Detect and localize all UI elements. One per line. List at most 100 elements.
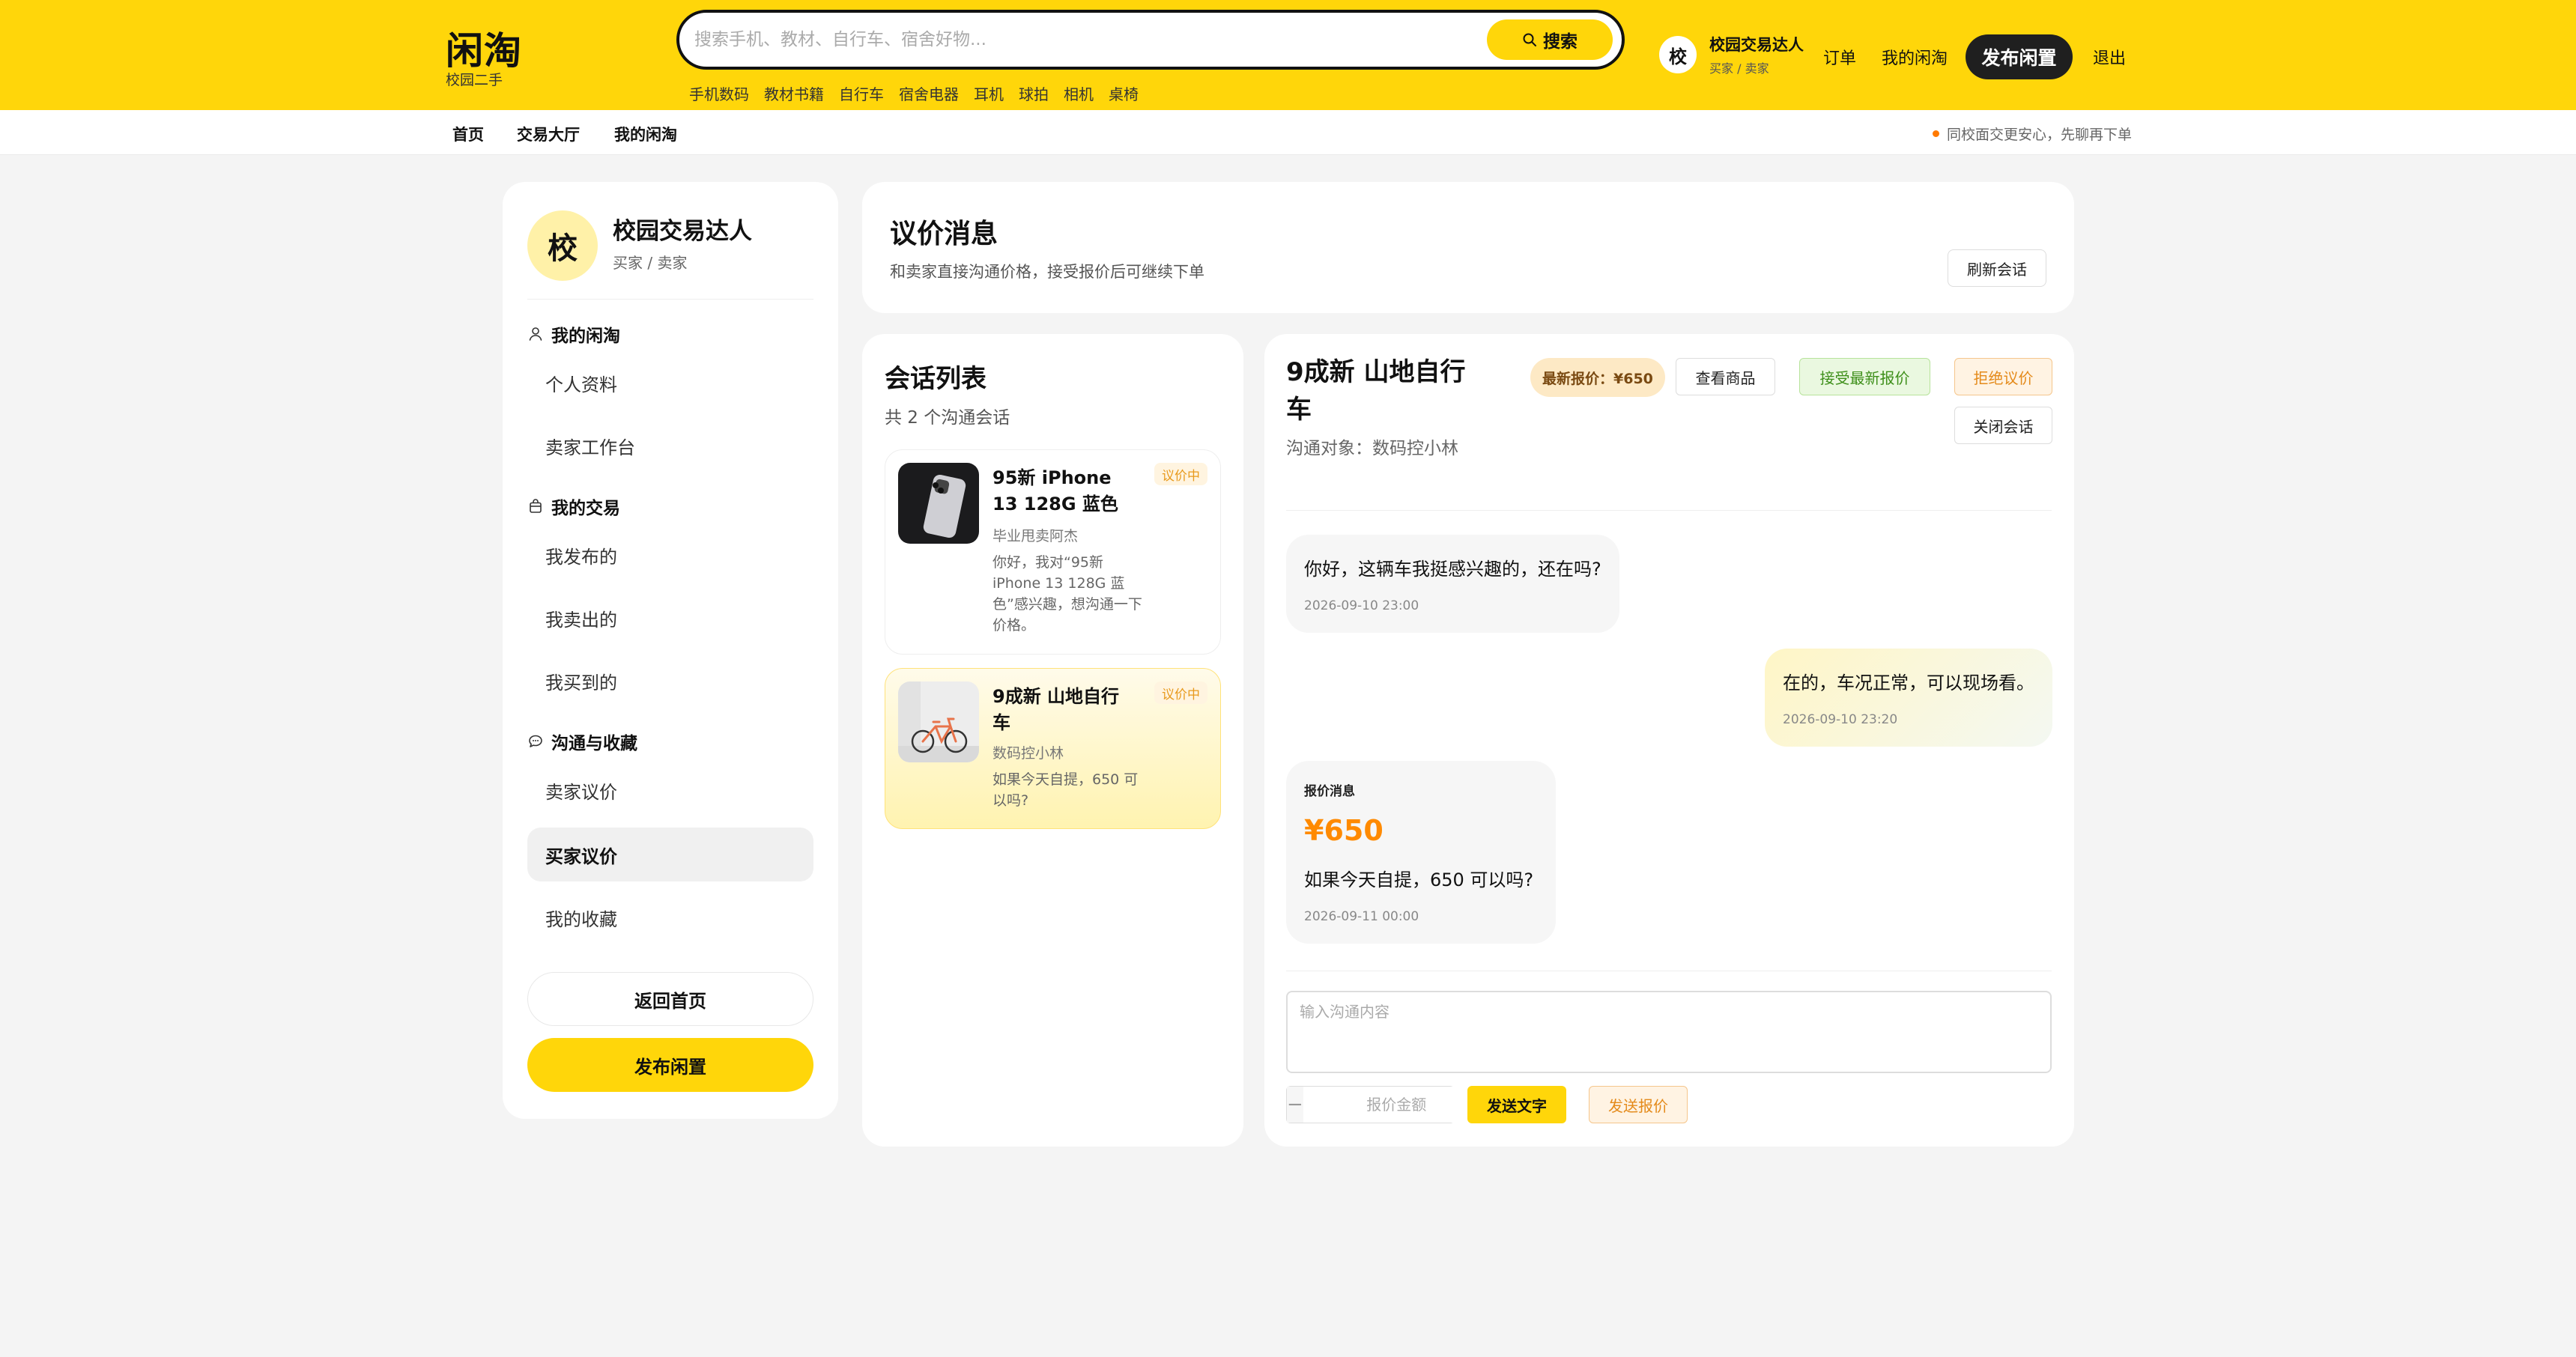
bag-icon xyxy=(530,499,542,513)
hotword-link[interactable]: 宿舍电器 xyxy=(899,82,959,104)
search-input[interactable] xyxy=(694,25,1406,55)
offer-message-bubble: 报价消息 ¥650 如果今天自提，650 可以吗? 2026-09-11 00:… xyxy=(1286,761,1556,944)
offer-price: ¥650 xyxy=(1304,814,1384,847)
message-time: 2026-09-10 23:00 xyxy=(1304,598,1419,613)
user-icon xyxy=(529,327,542,341)
logo-subtitle: 校园二手 xyxy=(446,72,503,88)
conversation-item-active[interactable]: 9成新 山地自行车 议价中 数码控小林 如果今天自提，650 可以吗? xyxy=(885,668,1221,829)
sidebar-item-seller-workspace[interactable]: 卖家工作台 xyxy=(527,419,813,473)
divider xyxy=(527,299,813,300)
message-input[interactable] xyxy=(1286,991,2052,1073)
chat-panel: 9成新 山地自行车 沟通对象：数码控小林 最新报价：¥650 查看商品 接受最新… xyxy=(1264,334,2074,1147)
user-name: 校园交易达人 xyxy=(1709,36,1804,54)
sidebar-item-seller-bargain[interactable]: 卖家议价 xyxy=(527,763,813,817)
search-button-label: 搜索 xyxy=(1543,32,1578,52)
hot-keywords: 手机数码 教材书籍 自行车 宿舍电器 耳机 球拍 相机 桌椅 xyxy=(689,82,1139,104)
conversation-list: 会话列表 共 2 个沟通会话 95新 iPhone 13 128G 蓝色 议价中… xyxy=(862,334,1243,1147)
hotword-link[interactable]: 耳机 xyxy=(974,82,1004,104)
sidebar-item-favorites[interactable]: 我的收藏 xyxy=(527,890,813,944)
chat-target: 沟通对象：数码控小林 xyxy=(1286,439,1458,458)
status-badge: 议价中 xyxy=(1154,681,1207,704)
search-box: 搜索 xyxy=(676,10,1625,70)
divider xyxy=(1286,510,2052,511)
phone-image-icon xyxy=(898,463,979,544)
sidebar-group-chat: 沟通与收藏 xyxy=(527,729,637,754)
conversation-name: 95新 iPhone 13 128G 蓝色 xyxy=(992,467,1118,514)
sidebar-item-published[interactable]: 我发布的 xyxy=(527,528,813,582)
latest-price-badge: 最新报价：¥650 xyxy=(1530,358,1665,397)
hotword-link[interactable]: 球拍 xyxy=(1019,82,1049,104)
sidebar: 校 校园交易达人 买家 / 卖家 我的闲淘 个人资料 卖家工作台 我的交易 我发… xyxy=(503,182,838,1119)
accept-offer-button[interactable]: 接受最新报价 xyxy=(1799,358,1930,395)
conversation-preview: 如果今天自提，650 可以吗? xyxy=(992,771,1139,809)
logout-link[interactable]: 退出 xyxy=(2093,45,2126,69)
message-bubble-right: 在的，车况正常，可以现场看。 2026-09-10 23:20 xyxy=(1765,649,2052,747)
hotword-link[interactable]: 自行车 xyxy=(839,82,884,104)
status-badge: 议价中 xyxy=(1154,463,1207,485)
hotword-link[interactable]: 教材书籍 xyxy=(764,82,824,104)
group-label: 沟通与收藏 xyxy=(551,734,637,753)
chat-icon xyxy=(529,735,542,747)
search-icon xyxy=(1523,33,1536,46)
sidebar-item-sold[interactable]: 我卖出的 xyxy=(527,591,813,645)
conversation-item[interactable]: 95新 iPhone 13 128G 蓝色 议价中 毕业甩卖阿杰 你好，我对“9… xyxy=(885,449,1221,655)
message-time: 2026-09-10 23:20 xyxy=(1783,712,1898,727)
conversation-count: 共 2 个沟通会话 xyxy=(885,408,1010,428)
chat-title: 9成新 山地自行车 xyxy=(1286,357,1466,425)
avatar: 校 xyxy=(527,210,598,281)
message-bubble-left: 你好，这辆车我挺感兴趣的，还在吗? 2026-09-10 23:00 xyxy=(1286,535,1619,633)
profile-name: 校园交易达人 xyxy=(613,218,752,245)
hotword-link[interactable]: 手机数码 xyxy=(689,82,749,104)
product-thumbnail xyxy=(898,681,979,762)
offer-label: 报价消息 xyxy=(1304,784,1355,799)
view-item-button[interactable]: 查看商品 xyxy=(1676,358,1775,395)
message-text: 你好，这辆车我挺感兴趣的，还在吗? xyxy=(1304,559,1601,580)
user-role: 买家 / 卖家 xyxy=(1709,61,1769,76)
publish-button[interactable]: 发布闲置 xyxy=(1966,34,2073,79)
user-menu[interactable]: 校 校园交易达人 买家 / 卖家 xyxy=(1659,33,1804,76)
conversation-name: 9成新 山地自行车 xyxy=(992,686,1120,733)
product-thumbnail xyxy=(898,463,979,544)
safety-notice: 同校面交更安心，先聊再下单 xyxy=(1932,124,2132,144)
price-input[interactable] xyxy=(1303,1087,1490,1123)
top-header: 闲淘 校园二手 搜索 手机数码 教材书籍 自行车 宿舍电器 耳机 球拍 相机 桌… xyxy=(0,0,2576,110)
subnav-home[interactable]: 首页 xyxy=(452,123,484,145)
profile-role: 买家 / 卖家 xyxy=(613,254,688,272)
send-offer-button[interactable]: 发送报价 xyxy=(1589,1086,1688,1123)
logo[interactable]: 闲淘 xyxy=(446,21,522,75)
hotword-link[interactable]: 桌椅 xyxy=(1109,82,1139,104)
nav-my-link[interactable]: 我的闲淘 xyxy=(1882,45,1948,69)
subnav-market[interactable]: 交易大厅 xyxy=(517,123,580,145)
hotword-link[interactable]: 相机 xyxy=(1064,82,1094,104)
page-title: 议价消息 xyxy=(890,219,998,249)
group-label: 我的交易 xyxy=(551,499,620,518)
sidebar-item-profile[interactable]: 个人资料 xyxy=(527,356,813,410)
price-stepper: − + xyxy=(1286,1086,1506,1123)
send-text-button[interactable]: 发送文字 xyxy=(1467,1086,1566,1123)
bicycle-image-icon xyxy=(898,681,979,762)
sidebar-item-buyer-bargain[interactable]: 买家议价 xyxy=(527,828,813,881)
conversation-seller: 数码控小林 xyxy=(992,745,1064,762)
close-chat-button[interactable]: 关闭会话 xyxy=(1954,407,2052,444)
sidebar-group-trade: 我的交易 xyxy=(527,494,620,519)
notice-text: 同校面交更安心，先聊再下单 xyxy=(1946,127,2132,143)
group-label: 我的闲淘 xyxy=(551,327,620,346)
refresh-button[interactable]: 刷新会话 xyxy=(1948,249,2046,287)
back-home-button[interactable]: 返回首页 xyxy=(527,972,813,1026)
page-header: 议价消息 和卖家直接沟通价格，接受报价后可继续下单 刷新会话 xyxy=(862,182,2074,313)
sidebar-group-my: 我的闲淘 xyxy=(527,321,620,347)
subnav-my[interactable]: 我的闲淘 xyxy=(614,123,677,145)
publish-button[interactable]: 发布闲置 xyxy=(527,1038,813,1092)
nav-orders-link[interactable]: 订单 xyxy=(1823,45,1856,69)
page-description: 和卖家直接沟通价格，接受报价后可继续下单 xyxy=(890,263,1204,281)
conversation-seller: 毕业甩卖阿杰 xyxy=(992,528,1079,544)
conversation-list-title: 会话列表 xyxy=(885,364,987,394)
decrease-button[interactable]: − xyxy=(1287,1087,1303,1123)
message-text: 在的，车况正常，可以现场看。 xyxy=(1783,673,2034,693)
search-button[interactable]: 搜索 xyxy=(1487,19,1613,60)
reject-offer-button[interactable]: 拒绝议价 xyxy=(1954,358,2052,395)
notice-dot-icon xyxy=(1932,130,1939,137)
message-time: 2026-09-11 00:00 xyxy=(1304,909,1419,924)
sidebar-item-bought[interactable]: 我买到的 xyxy=(527,654,813,708)
avatar: 校 xyxy=(1659,36,1697,73)
